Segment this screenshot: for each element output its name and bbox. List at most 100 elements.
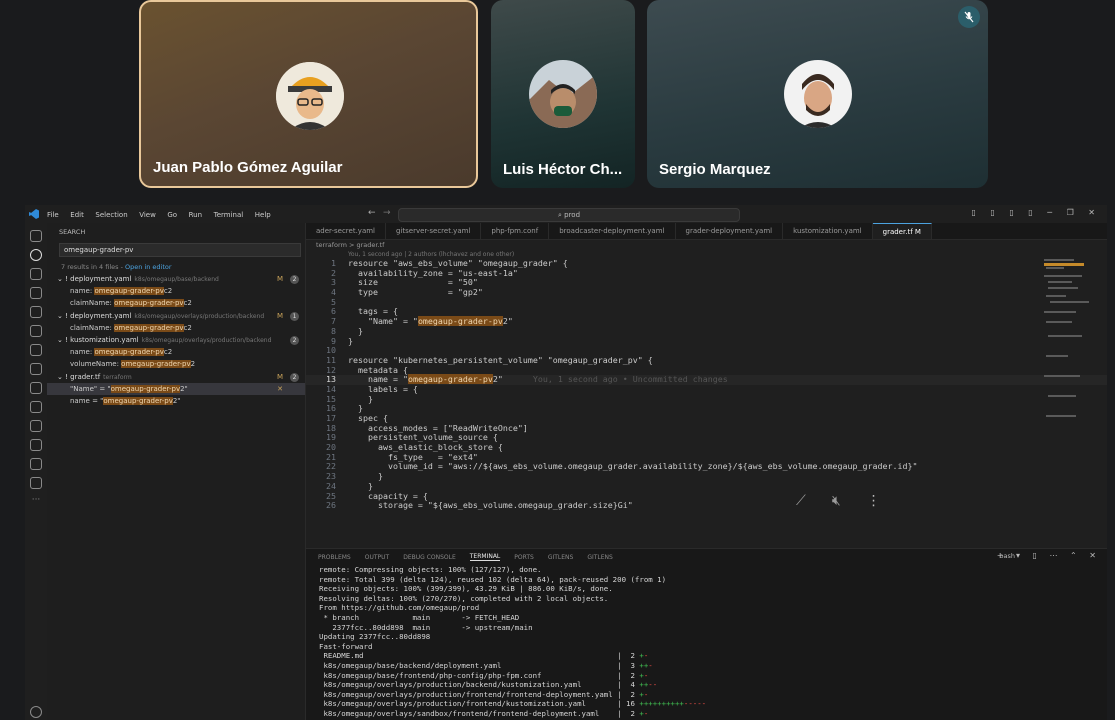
- file-path: k8s/omegaup/overlays/production/backend: [141, 336, 272, 344]
- code-line[interactable]: 26 storage = "${aws_ebs_volume.omegaup_g…: [306, 500, 1107, 511]
- source-control-icon[interactable]: [30, 268, 42, 280]
- panel-actions[interactable]: + ▾ ▯ ⋯ ⌃ ✕: [997, 551, 1101, 560]
- search-result-match[interactable]: claimName: omegaup-grader-pvc2: [47, 322, 305, 334]
- diffstat-count: | 2: [617, 689, 640, 699]
- code-line[interactable]: 7 "Name" = "omegaup-grader-pv2": [306, 316, 1107, 327]
- run-debug-icon[interactable]: [30, 287, 42, 299]
- search-result-file[interactable]: ⌄ ! deployment.yaml k8s/omegaup/overlays/…: [47, 310, 305, 322]
- menu-view[interactable]: View: [139, 211, 156, 219]
- search-result-match[interactable]: name: omegaup-grader-pvc2: [47, 285, 305, 297]
- code-line[interactable]: 22 volume_id = "aws://${aws_ebs_volume.o…: [306, 462, 1107, 472]
- open-in-editor-link[interactable]: Open in editor: [125, 263, 172, 271]
- editor-tab[interactable]: grader-deployment.yaml: [676, 223, 784, 239]
- kubernetes-icon[interactable]: [30, 401, 42, 413]
- editor-tab[interactable]: kustomization.yaml: [783, 223, 873, 239]
- code-line[interactable]: 23 }: [306, 471, 1107, 482]
- mute-icon[interactable]: 🔇︎: [832, 493, 841, 509]
- code-editor[interactable]: 1 resource "aws_ebs_volume" "omegaup_grad…: [306, 258, 1107, 511]
- file-path: k8s/omegaup/base/backend: [134, 276, 219, 283]
- chevron-down-icon[interactable]: ⌄: [57, 336, 65, 344]
- timeline-icon[interactable]: [30, 439, 42, 451]
- extensions-icon[interactable]: [30, 306, 42, 318]
- match-prefix: claimName:: [70, 299, 115, 308]
- panel-tab[interactable]: OUTPUT: [365, 554, 389, 561]
- panel-tab[interactable]: TERMINAL: [469, 553, 501, 561]
- dismiss-icon[interactable]: ✕: [277, 383, 283, 395]
- participant-tile-luis[interactable]: Luis Héctor Ch...: [491, 0, 635, 188]
- participant-tile-juan[interactable]: Juan Pablo Gómez Aguilar: [139, 0, 478, 188]
- docker-icon[interactable]: [30, 363, 42, 375]
- code-line[interactable]: 14 labels = {: [306, 384, 1107, 395]
- pin-off-icon[interactable]: ⟋: [796, 493, 806, 509]
- chevron-down-icon[interactable]: ⌄: [57, 312, 65, 320]
- forward-arrow-icon[interactable]: →: [383, 208, 391, 218]
- editor-tab[interactable]: broadcaster-deployment.yaml: [549, 223, 676, 239]
- code-line[interactable]: 9}: [306, 336, 1107, 347]
- explorer-icon[interactable]: [30, 230, 42, 242]
- participant-tile-sergio[interactable]: Sergio Marquez: [647, 0, 988, 188]
- github-icon[interactable]: [30, 420, 42, 432]
- panel-tab[interactable]: PORTS: [514, 554, 534, 561]
- window-controls[interactable]: ▯ ▯ ▯ ▯ ─ ❐ ✕: [971, 208, 1101, 217]
- participant-name: Sergio Marquez: [659, 161, 771, 178]
- search-result-match[interactable]: volumeName: omegaup-grader-pv2: [47, 358, 305, 370]
- code-line[interactable]: 16 }: [306, 403, 1107, 414]
- code-line[interactable]: 15 }: [306, 394, 1107, 405]
- search-result-file[interactable]: ⌄ ! kustomization.yaml k8s/omegaup/overla…: [47, 334, 305, 346]
- menu-edit[interactable]: Edit: [70, 211, 84, 219]
- terminal-output[interactable]: remote: Compressing objects: 100% (127/1…: [306, 565, 1107, 719]
- menu-run[interactable]: Run: [189, 211, 202, 219]
- search-result-file[interactable]: ⌄ ! deployment.yaml k8s/omegaup/base/back…: [47, 273, 305, 285]
- search-results-summary: 7 results in 4 files - Open in editor: [47, 261, 305, 273]
- code-text: "Name" = ": [348, 316, 418, 327]
- code-line[interactable]: 4 type = "gp2": [306, 287, 1107, 298]
- terminal-line: remote: Total 399 (delta 124), reused 10…: [319, 574, 667, 584]
- panel-tab[interactable]: GITLENS: [587, 554, 613, 561]
- panel-tabs: PROBLEMS OUTPUT DEBUG CONSOLE TERMINAL PORTS…: [306, 549, 1107, 565]
- menu-selection[interactable]: Selection: [95, 211, 127, 219]
- editor-tab[interactable]: ader-secret.yaml: [306, 223, 386, 239]
- editor-tab[interactable]: grader.tf M: [872, 223, 932, 239]
- testing-icon[interactable]: [30, 344, 42, 356]
- code-line[interactable]: 8 }: [306, 326, 1107, 337]
- menu-file[interactable]: File: [47, 211, 59, 219]
- editor-tab[interactable]: php-fpm.conf: [481, 223, 550, 239]
- search-result-match[interactable]: claimName: omegaup-grader-pvc2: [47, 297, 305, 309]
- diffstat-line: README.md | 2 +-: [319, 651, 1107, 661]
- menu-help[interactable]: Help: [255, 211, 271, 219]
- search-result-file[interactable]: ⌄ ! grader.tf terraform M 2: [47, 371, 305, 383]
- back-arrow-icon[interactable]: ←: [368, 208, 376, 218]
- match-count-badge: 2: [290, 335, 299, 345]
- chevron-down-icon[interactable]: ⌄: [57, 275, 65, 283]
- search-input[interactable]: omegaup-grader-pv: [59, 243, 301, 257]
- code-text: resource "kubernetes_persistent_volume" …: [348, 354, 653, 365]
- commits-icon[interactable]: [30, 458, 42, 470]
- diffstat-line: k8s/omegaup/overlays/production/backend/…: [319, 680, 1107, 690]
- gitlens-icon[interactable]: [30, 382, 42, 394]
- search-result-match[interactable]: name: omegaup-grader-pvc2: [47, 346, 305, 358]
- command-center[interactable]: ⌕ prod: [398, 208, 740, 222]
- video-overlay-controls: ⟋ 🔇︎ ⋮: [796, 493, 881, 509]
- code-line[interactable]: 5: [306, 297, 1107, 308]
- menu-go[interactable]: Go: [167, 211, 177, 219]
- chevron-down-icon[interactable]: ⌄: [57, 373, 65, 381]
- code-line[interactable]: 11 resource "kubernetes_persistent_volume…: [306, 354, 1107, 366]
- remote-explorer-icon[interactable]: [30, 325, 42, 337]
- panel-tab[interactable]: GITLENS: [548, 554, 574, 561]
- minimap[interactable]: [1044, 255, 1090, 435]
- more-options-icon[interactable]: ⋮: [867, 493, 881, 509]
- menu-terminal[interactable]: Terminal: [214, 211, 244, 219]
- panel-tab[interactable]: DEBUG CONSOLE: [403, 554, 456, 561]
- search-result-match[interactable]: "Name" = "omegaup-grader-pv2" ✕: [47, 382, 305, 395]
- code-line[interactable]: 13 name = "omegaup-grader-pv2" You, 1 sec…: [306, 374, 1107, 385]
- code-text: metadata {: [348, 364, 408, 375]
- panel-tab[interactable]: PROBLEMS: [318, 554, 351, 561]
- copilot-icon[interactable]: [30, 477, 42, 489]
- search-icon[interactable]: [30, 249, 42, 261]
- editor-tab[interactable]: gitserver-secret.yaml: [386, 223, 482, 239]
- account-icon[interactable]: [30, 706, 42, 718]
- more-icon[interactable]: ···: [30, 496, 42, 508]
- search-result-match[interactable]: name = "omegaup-grader-pv2": [47, 395, 305, 407]
- code-text: fs_type = "ext4": [348, 451, 478, 462]
- breadcrumb[interactable]: terraform > grader.tf: [306, 240, 1107, 250]
